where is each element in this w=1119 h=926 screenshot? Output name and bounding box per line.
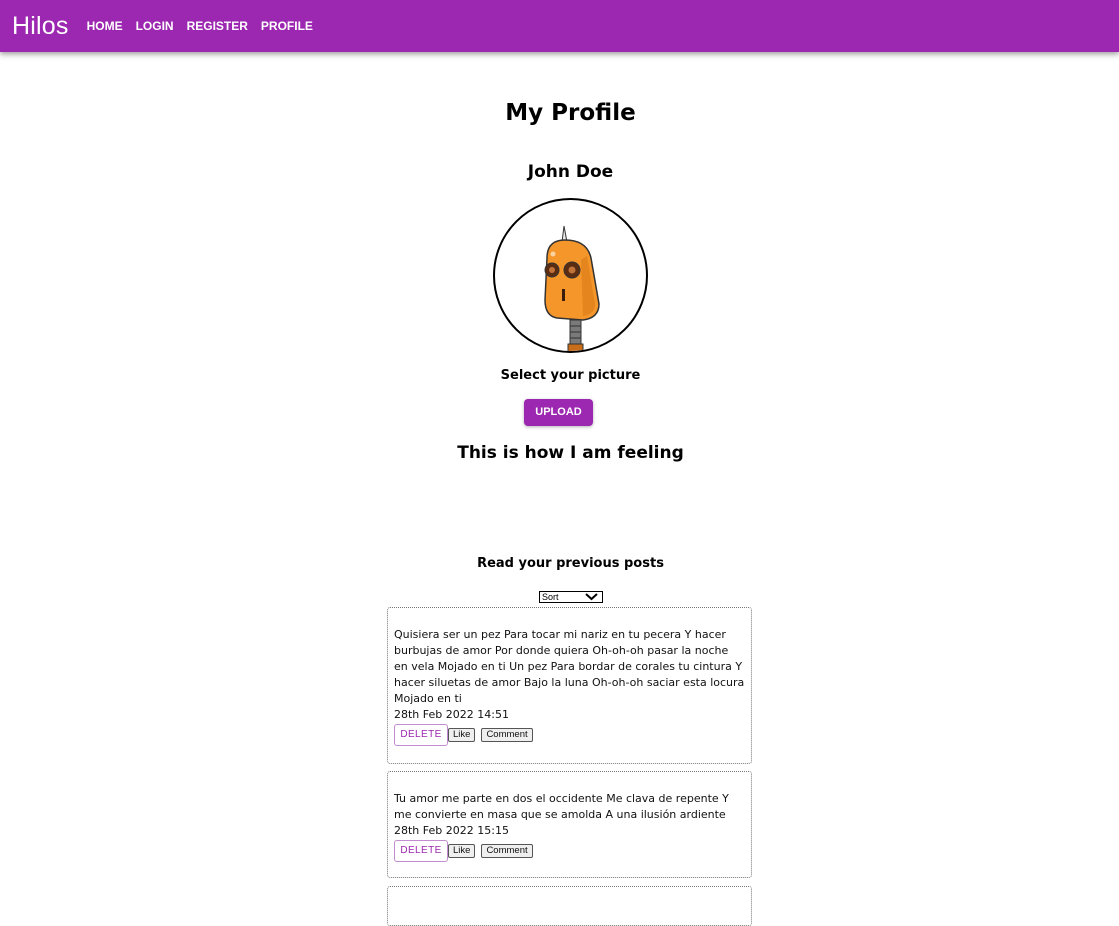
post-date: 28th Feb 2022 14:51: [394, 708, 509, 721]
post-text: Quisiera ser un pez Para tocar mi nariz …: [394, 628, 745, 705]
select-picture-label: Select your picture: [500, 368, 641, 383]
upload-button[interactable]: UPLOAD: [524, 399, 593, 426]
post-card-partial: [387, 886, 752, 926]
app-bar: Hilos HOME LOGIN REGISTER PROFILE: [0, 0, 1119, 52]
page-title: My Profile: [505, 100, 636, 126]
delete-button[interactable]: DELETE: [394, 724, 448, 746]
like-button[interactable]: Like: [448, 844, 476, 858]
sort-select[interactable]: Sort: [539, 591, 603, 603]
nav-home[interactable]: HOME: [87, 19, 123, 33]
feeling-title: This is how I am feeling: [457, 443, 684, 463]
brand-title[interactable]: Hilos: [12, 12, 69, 41]
post-date: 28th Feb 2022 15:15: [394, 824, 509, 837]
sort-selected-value: Sort: [542, 592, 559, 602]
robot-avatar-icon: [544, 225, 600, 351]
post-actions: DELETE Like Comment: [394, 840, 745, 862]
like-button[interactable]: Like: [448, 728, 476, 742]
post-actions: DELETE Like Comment: [394, 724, 745, 746]
avatar: [493, 198, 648, 353]
post-card: Tu amor me parte en dos el occidente Me …: [387, 771, 752, 878]
nav-register[interactable]: REGISTER: [187, 19, 248, 33]
post-text: Tu amor me parte en dos el occidente Me …: [394, 792, 729, 821]
post-card: Quisiera ser un pez Para tocar mi nariz …: [387, 607, 752, 764]
comment-button[interactable]: Comment: [481, 844, 533, 858]
nav-profile[interactable]: PROFILE: [261, 19, 313, 33]
nav-login[interactable]: LOGIN: [136, 19, 174, 33]
user-name: John Doe: [527, 162, 614, 182]
comment-button[interactable]: Comment: [481, 728, 533, 742]
previous-posts-title: Read your previous posts: [477, 556, 664, 571]
chevron-down-icon: [585, 593, 598, 601]
delete-button[interactable]: DELETE: [394, 840, 448, 862]
